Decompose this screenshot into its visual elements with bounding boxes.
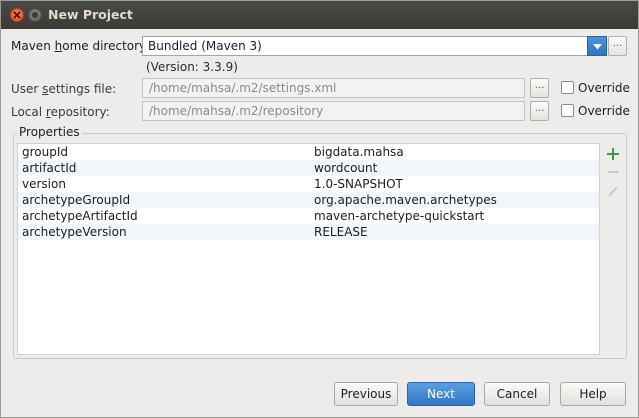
next-button[interactable]: Next (407, 382, 475, 406)
property-key: archetypeGroupId (22, 193, 131, 207)
maven-home-browse-button[interactable]: ... (608, 36, 627, 56)
properties-title: Properties (17, 125, 82, 139)
local-repository-browse-button[interactable]: ... (530, 101, 549, 121)
user-settings-override-checkbox[interactable] (561, 81, 574, 94)
maven-version-text: (Version: 3.3.9) (146, 60, 238, 74)
maven-home-value: Bundled (Maven 3) (148, 39, 262, 53)
local-repository-field[interactable]: /home/mahsa/.m2/repository (142, 101, 525, 121)
table-row[interactable]: groupId bigdata.mahsa (18, 144, 599, 160)
previous-button[interactable]: Previous (334, 382, 398, 406)
properties-toolbar (602, 143, 623, 355)
user-settings-browse-button[interactable]: ... (530, 78, 549, 98)
maven-home-dropdown[interactable]: Bundled (Maven 3) (142, 36, 607, 56)
close-icon[interactable] (10, 8, 24, 22)
remove-icon[interactable] (604, 163, 622, 181)
table-row[interactable]: version 1.0-SNAPSHOT (18, 176, 599, 192)
property-value: 1.0-SNAPSHOT (314, 177, 403, 191)
minimize-icon[interactable] (28, 8, 42, 22)
properties-table[interactable]: groupId bigdata.mahsa artifactId wordcou… (17, 143, 600, 355)
user-settings-label: User settings file: (11, 82, 117, 96)
new-project-dialog: New Project Maven home directory: Bundle… (0, 0, 639, 418)
user-settings-field[interactable]: /home/mahsa/.m2/settings.xml (142, 78, 525, 98)
property-value: bigdata.mahsa (314, 145, 404, 159)
property-value: RELEASE (314, 225, 368, 239)
table-row[interactable]: archetypeVersion RELEASE (18, 224, 599, 240)
user-settings-override-label[interactable]: Override (578, 81, 630, 95)
local-repository-override-label[interactable]: Override (578, 104, 630, 118)
help-button[interactable]: Help (560, 382, 626, 406)
title-bar: New Project (1, 1, 638, 29)
property-key: artifactId (22, 161, 77, 175)
add-icon[interactable] (604, 145, 622, 163)
edit-icon[interactable] (604, 181, 622, 199)
maven-home-label: Maven home directory: (11, 39, 150, 53)
window-title: New Project (48, 7, 133, 22)
local-repository-override-checkbox[interactable] (561, 104, 574, 117)
property-key: version (22, 177, 66, 191)
property-key: archetypeVersion (22, 225, 127, 239)
property-key: groupId (22, 145, 69, 159)
cancel-button[interactable]: Cancel (484, 382, 550, 406)
table-row[interactable]: artifactId wordcount (18, 160, 599, 176)
property-key: archetypeArtifactId (22, 209, 138, 223)
table-row[interactable]: archetypeArtifactId maven-archetype-quic… (18, 208, 599, 224)
user-settings-value: /home/mahsa/.m2/settings.xml (149, 81, 337, 95)
dropdown-arrow-icon[interactable] (587, 36, 607, 56)
local-repository-value: /home/mahsa/.m2/repository (149, 104, 324, 118)
table-row[interactable]: archetypeGroupId org.apache.maven.archet… (18, 192, 599, 208)
property-value: org.apache.maven.archetypes (314, 193, 497, 207)
property-value: maven-archetype-quickstart (314, 209, 485, 223)
local-repository-label: Local repository: (11, 105, 110, 119)
property-value: wordcount (314, 161, 378, 175)
